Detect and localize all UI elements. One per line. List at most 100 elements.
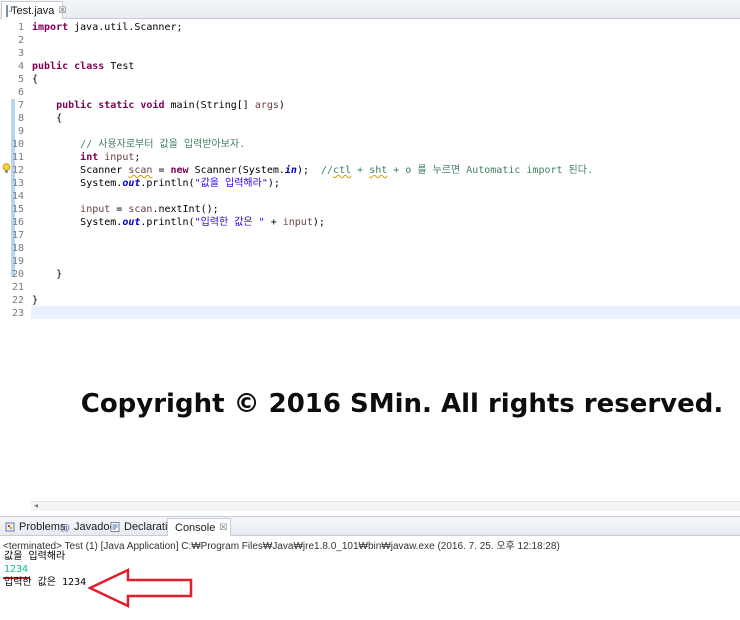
code-token: scan xyxy=(128,204,153,215)
copyright-watermark: Copyright © 2016 SMin. All rights reserv… xyxy=(80,389,724,419)
code-token: } xyxy=(56,269,63,280)
code-line[interactable]: 20 } xyxy=(0,268,740,281)
code-text: import java.util.Scanner; xyxy=(32,21,183,34)
line-number: 13 xyxy=(11,178,24,189)
code-text: int input; xyxy=(32,151,140,164)
code-line[interactable]: 15 input = scan.nextInt(); xyxy=(0,203,740,216)
red-arrow-annotation xyxy=(88,568,193,608)
tab-console-label: Console xyxy=(175,521,216,534)
code-line[interactable]: 23 xyxy=(0,307,740,320)
code-token: scan xyxy=(128,165,153,176)
code-line[interactable]: 1 import java.util.Scanner; xyxy=(0,21,740,34)
code-token: ); xyxy=(312,217,325,228)
java-file-icon xyxy=(6,4,13,17)
editor-tab-bar: Test.java ☒ xyxy=(0,0,740,19)
code-token: sht xyxy=(369,165,388,176)
views-tab-bar: Problems @ Javadoc Declaration Console ☒ xyxy=(0,516,740,536)
code-token: } xyxy=(32,295,39,306)
code-token: import xyxy=(32,22,69,33)
code-line[interactable]: 4 public class Test xyxy=(0,60,740,73)
code-token: // xyxy=(321,165,334,176)
close-icon[interactable]: ☒ xyxy=(58,5,66,16)
code-token: args xyxy=(254,100,279,111)
code-text: // 사용자로부터 값을 입력받아보자. xyxy=(32,138,245,151)
code-token: Scanner xyxy=(80,165,129,176)
line-number: 18 xyxy=(11,243,24,254)
console-input-line: 1234 xyxy=(4,564,29,575)
code-token: .nextInt(); xyxy=(152,204,219,215)
horizontal-scrollbar[interactable]: ◂ xyxy=(31,501,740,511)
code-line[interactable]: 3 xyxy=(0,47,740,60)
svg-text:@: @ xyxy=(60,523,70,532)
line-number: 22 xyxy=(11,295,24,306)
code-token: { xyxy=(32,74,39,85)
code-line[interactable]: 9 xyxy=(0,125,740,138)
line-number: 14 xyxy=(11,191,24,202)
code-line[interactable]: 7 public static void main(String[] args) xyxy=(0,99,740,112)
code-line[interactable]: 2 xyxy=(0,34,740,47)
close-icon[interactable]: ☒ xyxy=(219,522,227,533)
code-token: Test xyxy=(104,61,135,72)
code-token: in xyxy=(284,165,297,176)
code-token: System. xyxy=(80,217,123,228)
code-token: static xyxy=(98,100,135,111)
code-line[interactable]: 10 // 사용자로부터 값을 입력받아보자. xyxy=(0,138,740,151)
problems-icon xyxy=(5,522,15,532)
tab-console[interactable]: Console ☒ xyxy=(167,518,231,536)
code-token: main(String[] xyxy=(164,100,255,111)
code-line[interactable]: 18 xyxy=(0,242,740,255)
line-number: 6 xyxy=(17,87,24,98)
code-line[interactable]: 14 xyxy=(0,190,740,203)
line-number: 8 xyxy=(17,113,24,124)
code-token: ctl xyxy=(333,165,352,176)
code-token: = xyxy=(152,165,171,176)
code-token: void xyxy=(140,100,165,111)
code-token: public xyxy=(56,100,93,111)
code-line[interactable]: 5{ xyxy=(0,73,740,86)
code-token: // 사용자로부터 값을 입력받아보자. xyxy=(80,139,246,150)
code-text: Scanner scan = new Scanner(System.in); /… xyxy=(32,164,593,177)
code-line[interactable]: 8 { xyxy=(0,112,740,125)
declaration-icon xyxy=(110,522,120,532)
line-number: 9 xyxy=(17,126,24,137)
code-token: new xyxy=(170,165,189,176)
code-text: System.out.println("입력한 값은 " + input); xyxy=(32,216,325,229)
code-text: public static void main(String[] args) xyxy=(32,99,285,112)
code-line[interactable]: 12 Scanner scan = new Scanner(System.in)… xyxy=(0,164,740,177)
code-token: input xyxy=(80,204,111,215)
line-number: 23 xyxy=(11,308,24,319)
code-text: } xyxy=(32,268,62,281)
quick-fix-lightbulb-icon[interactable] xyxy=(2,163,11,174)
line-number: 16 xyxy=(11,217,24,228)
line-number: 20 xyxy=(11,269,24,280)
line-number: 21 xyxy=(11,282,24,293)
code-token: out xyxy=(122,217,141,228)
code-line[interactable]: 22} xyxy=(0,294,740,307)
line-number: 7 xyxy=(17,100,24,111)
code-text: { xyxy=(32,112,62,125)
code-line[interactable]: 13 System.out.println("값을 입력해라"); xyxy=(0,177,740,190)
code-token: = xyxy=(110,204,129,215)
code-token: "입력한 값은 " xyxy=(194,217,265,228)
line-number: 10 xyxy=(11,139,24,150)
code-text: input = scan.nextInt(); xyxy=(32,203,219,216)
code-token: ); xyxy=(267,178,280,189)
code-line[interactable]: 21 xyxy=(0,281,740,294)
code-editor[interactable]: 1 import java.util.Scanner; 2 3 4 public clas… xyxy=(0,19,740,511)
line-number: 19 xyxy=(11,256,24,267)
code-token: + xyxy=(264,217,283,228)
code-text: public class Test xyxy=(32,60,134,73)
scroll-left-icon[interactable]: ◂ xyxy=(34,501,38,510)
javadoc-icon: @ xyxy=(60,523,70,532)
code-line[interactable]: 16 System.out.println("입력한 값은 " + input)… xyxy=(0,216,740,229)
code-token: + o 를 누르면 Automatic import 된다. xyxy=(387,165,593,176)
code-token: Scanner(System. xyxy=(188,165,285,176)
editor-tab-test-java[interactable]: Test.java ☒ xyxy=(1,1,67,19)
code-token: input xyxy=(282,217,313,228)
code-line[interactable]: 17 xyxy=(0,229,740,242)
code-token: ; xyxy=(134,152,141,163)
code-token: java.util.Scanner; xyxy=(68,22,183,33)
code-line[interactable]: 19 xyxy=(0,255,740,268)
code-line[interactable]: 6 xyxy=(0,86,740,99)
code-line[interactable]: 11 int input; xyxy=(0,151,740,164)
